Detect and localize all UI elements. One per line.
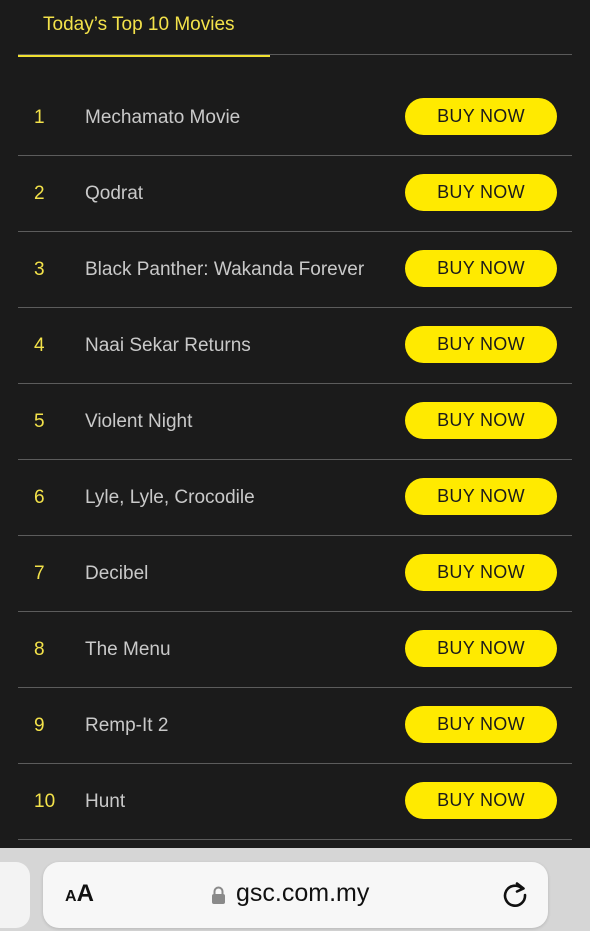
movie-title[interactable]: Violent Night [85, 384, 192, 459]
movie-rank: 1 [34, 107, 45, 128]
list-item: 1 Mechamato Movie BUY NOW [18, 80, 572, 156]
tab-divider [18, 54, 572, 55]
text-size-button[interactable]: AA [65, 880, 94, 908]
buy-now-button[interactable]: BUY NOW [405, 554, 557, 591]
list-item: 10 Hunt BUY NOW [18, 764, 572, 840]
movie-rank: 2 [34, 183, 45, 204]
movie-rank: 8 [34, 639, 45, 660]
movie-title[interactable]: Qodrat [85, 156, 143, 231]
movie-rank: 10 [34, 791, 56, 812]
list-item: 5 Violent Night BUY NOW [18, 384, 572, 460]
buy-now-button[interactable]: BUY NOW [405, 402, 557, 439]
buy-now-button[interactable]: BUY NOW [405, 326, 557, 363]
tab-bar: Today’s Top 10 Movies [18, 0, 572, 57]
tab-label: Today’s Top 10 Movies [43, 14, 235, 35]
movie-rank: 6 [34, 487, 45, 508]
tab-top-10-movies[interactable]: Today’s Top 10 Movies [18, 0, 270, 57]
movie-title[interactable]: Decibel [85, 536, 148, 611]
movie-rank: 3 [34, 259, 45, 280]
url-text[interactable]: gsc.com.my [236, 879, 369, 908]
lock-icon [212, 886, 225, 904]
buy-now-button[interactable]: BUY NOW [405, 706, 557, 743]
movie-title[interactable]: Lyle, Lyle, Crocodile [85, 460, 255, 535]
movie-list: 1 Mechamato Movie BUY NOW 2 Qodrat BUY N… [18, 80, 572, 840]
movie-title[interactable]: Remp-It 2 [85, 688, 168, 763]
buy-now-button[interactable]: BUY NOW [405, 782, 557, 819]
list-item: 4 Naai Sekar Returns BUY NOW [18, 308, 572, 384]
buy-now-button[interactable]: BUY NOW [405, 250, 557, 287]
movie-title[interactable]: Naai Sekar Returns [85, 308, 251, 383]
buy-now-button[interactable]: BUY NOW [405, 98, 557, 135]
movie-rank: 5 [34, 411, 45, 432]
previous-tab-card[interactable] [0, 862, 30, 928]
movie-title[interactable]: Black Panther: Wakanda Forever [85, 232, 364, 307]
movie-rank: 4 [34, 335, 45, 356]
movie-title[interactable]: Mechamato Movie [85, 80, 240, 155]
movie-title[interactable]: The Menu [85, 612, 171, 687]
movie-rank: 7 [34, 563, 45, 584]
movie-rank: 9 [34, 715, 45, 736]
reload-icon[interactable] [500, 879, 530, 909]
address-bar[interactable]: AA gsc.com.my [43, 862, 548, 928]
list-item: 6 Lyle, Lyle, Crocodile BUY NOW [18, 460, 572, 536]
buy-now-button[interactable]: BUY NOW [405, 630, 557, 667]
list-item: 8 The Menu BUY NOW [18, 612, 572, 688]
list-item: 3 Black Panther: Wakanda Forever BUY NOW [18, 232, 572, 308]
list-item: 7 Decibel BUY NOW [18, 536, 572, 612]
list-item: 9 Remp-It 2 BUY NOW [18, 688, 572, 764]
list-item: 2 Qodrat BUY NOW [18, 156, 572, 232]
buy-now-button[interactable]: BUY NOW [405, 174, 557, 211]
movie-title[interactable]: Hunt [85, 764, 125, 839]
buy-now-button[interactable]: BUY NOW [405, 478, 557, 515]
browser-toolbar: AA gsc.com.my [0, 848, 590, 931]
